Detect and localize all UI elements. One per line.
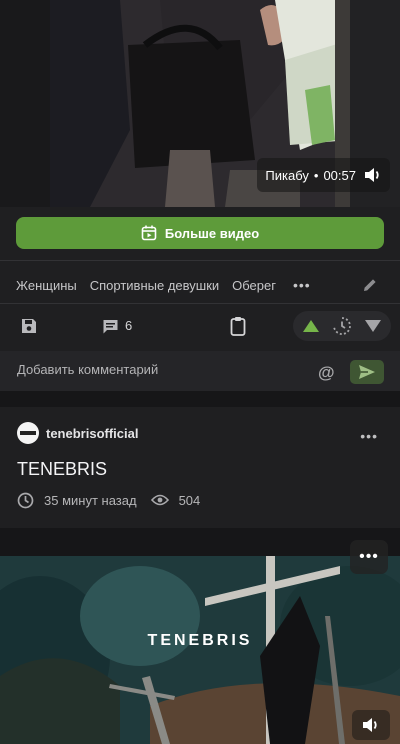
video-player-1[interactable]: Пикабу • 00:57 bbox=[0, 0, 400, 207]
video-source: Пикабу bbox=[265, 167, 309, 183]
tag-list: Женщины Спортивные девушки Оберег ••• bbox=[16, 276, 311, 294]
tag-item[interactable]: Женщины bbox=[16, 278, 77, 293]
tags-more-button[interactable]: ••• bbox=[293, 277, 311, 293]
vote-down-icon[interactable] bbox=[364, 319, 382, 333]
video-frame-image bbox=[0, 556, 400, 744]
video-duration: 00:57 bbox=[323, 167, 356, 183]
clipboard-icon[interactable] bbox=[230, 316, 246, 336]
video-calendar-icon bbox=[141, 225, 157, 241]
eye-icon bbox=[150, 494, 169, 506]
divider bbox=[0, 260, 400, 261]
more-video-label: Больше видео bbox=[164, 225, 260, 241]
save-icon[interactable] bbox=[20, 317, 38, 335]
volume-icon[interactable] bbox=[364, 167, 382, 183]
comment-input-placeholder: Добавить комментарий bbox=[17, 362, 159, 377]
avatar[interactable] bbox=[17, 422, 39, 444]
feed-gap bbox=[0, 528, 400, 556]
feed-gap bbox=[0, 391, 400, 407]
divider bbox=[0, 303, 400, 304]
vote-up-icon[interactable] bbox=[302, 319, 320, 333]
comment-count: 6 bbox=[125, 318, 133, 333]
more-video-button[interactable]: Больше видео bbox=[16, 217, 384, 249]
video2-volume-button[interactable] bbox=[352, 710, 390, 740]
tag-item[interactable]: Оберег bbox=[232, 278, 276, 293]
clock-icon bbox=[17, 492, 34, 508]
post-title[interactable]: TENEBRIS bbox=[17, 459, 107, 480]
post-views: 504 bbox=[178, 492, 201, 508]
post-meta: 35 минут назад 504 bbox=[17, 491, 200, 509]
video-player-2[interactable]: TENEBRIS bbox=[0, 556, 400, 744]
video-letterbox-left bbox=[0, 0, 50, 207]
volume-icon bbox=[363, 718, 377, 732]
comment-icon[interactable] bbox=[102, 318, 119, 335]
rating-pending-icon bbox=[333, 317, 351, 335]
comment-input[interactable]: Добавить комментарий bbox=[0, 351, 400, 391]
author-name[interactable]: tenebrisofficial bbox=[46, 426, 138, 441]
post-time: 35 минут назад bbox=[44, 492, 137, 508]
video-overlay-title: TENEBRIS bbox=[147, 632, 253, 649]
mention-icon[interactable]: @ bbox=[318, 363, 335, 383]
video-info-separator: • bbox=[313, 167, 319, 183]
video-info-badge[interactable]: Пикабу • 00:57 bbox=[257, 158, 390, 192]
edit-pencil-icon[interactable] bbox=[362, 277, 378, 293]
send-icon bbox=[359, 365, 375, 379]
post-menu-button[interactable]: ••• bbox=[360, 428, 378, 444]
tag-item[interactable]: Спортивные девушки bbox=[90, 278, 219, 293]
vote-controls bbox=[293, 311, 391, 341]
send-comment-button[interactable] bbox=[350, 360, 384, 384]
video-menu-button[interactable]: ••• bbox=[350, 540, 388, 574]
